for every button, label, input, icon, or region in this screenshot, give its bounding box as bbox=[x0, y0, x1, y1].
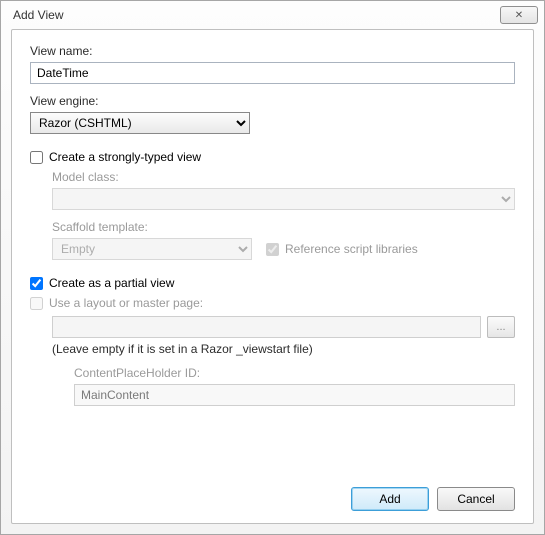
strongly-typed-checkbox[interactable] bbox=[30, 151, 43, 164]
layout-help-text: (Leave empty if it is set in a Razor _vi… bbox=[52, 342, 515, 356]
view-engine-row: View engine: Razor (CSHTML) bbox=[30, 94, 515, 134]
layout-path-input bbox=[52, 316, 481, 338]
view-name-label: View name: bbox=[30, 44, 515, 58]
panel: View name: View engine: Razor (CSHTML) C… bbox=[11, 29, 534, 524]
ref-script-label: Reference script libraries bbox=[285, 242, 418, 256]
ellipsis-icon: ... bbox=[496, 321, 505, 333]
ref-script-checkbox bbox=[266, 243, 279, 256]
view-name-row: View name: bbox=[30, 44, 515, 84]
cancel-button[interactable]: Cancel bbox=[437, 487, 515, 511]
strongly-typed-row: Create a strongly-typed view bbox=[30, 150, 515, 164]
content-area: View name: View engine: Razor (CSHTML) C… bbox=[1, 29, 544, 534]
add-button[interactable]: Add bbox=[351, 487, 429, 511]
strongly-typed-group: Model class: Scaffold template: Empty Re… bbox=[52, 170, 515, 270]
spacer bbox=[30, 406, 515, 477]
ref-script-row: Reference script libraries bbox=[266, 242, 418, 256]
layout-check-row: Use a layout or master page: bbox=[30, 296, 515, 310]
layout-checkbox bbox=[30, 297, 43, 310]
window-title: Add View bbox=[13, 8, 500, 22]
titlebar: Add View ✕ bbox=[1, 1, 544, 29]
close-button[interactable]: ✕ bbox=[500, 6, 538, 24]
layout-label: Use a layout or master page: bbox=[49, 296, 203, 310]
partial-view-label: Create as a partial view bbox=[49, 276, 174, 290]
button-row: Add Cancel bbox=[30, 477, 515, 511]
model-class-select bbox=[52, 188, 515, 210]
scaffold-row: Scaffold template: Empty Reference scrip… bbox=[52, 220, 515, 260]
view-engine-select[interactable]: Razor (CSHTML) bbox=[30, 112, 250, 134]
model-class-row: Model class: bbox=[52, 170, 515, 210]
model-class-label: Model class: bbox=[52, 170, 515, 184]
content-ph-input bbox=[74, 384, 515, 406]
scaffold-select: Empty bbox=[52, 238, 252, 260]
content-placeholder-group: ContentPlaceHolder ID: bbox=[74, 366, 515, 406]
content-ph-label: ContentPlaceHolder ID: bbox=[74, 366, 515, 380]
view-engine-label: View engine: bbox=[30, 94, 515, 108]
scaffold-label: Scaffold template: bbox=[52, 220, 515, 234]
layout-input-row: ... bbox=[52, 316, 515, 338]
layout-group: ... (Leave empty if it is set in a Razor… bbox=[52, 316, 515, 406]
partial-view-checkbox[interactable] bbox=[30, 277, 43, 290]
dialog-window: Add View ✕ View name: View engine: Razor… bbox=[0, 0, 545, 535]
close-icon: ✕ bbox=[515, 10, 523, 21]
strongly-typed-label: Create a strongly-typed view bbox=[49, 150, 201, 164]
browse-button: ... bbox=[487, 316, 515, 338]
partial-view-row: Create as a partial view bbox=[30, 276, 515, 290]
view-name-input[interactable] bbox=[30, 62, 515, 84]
